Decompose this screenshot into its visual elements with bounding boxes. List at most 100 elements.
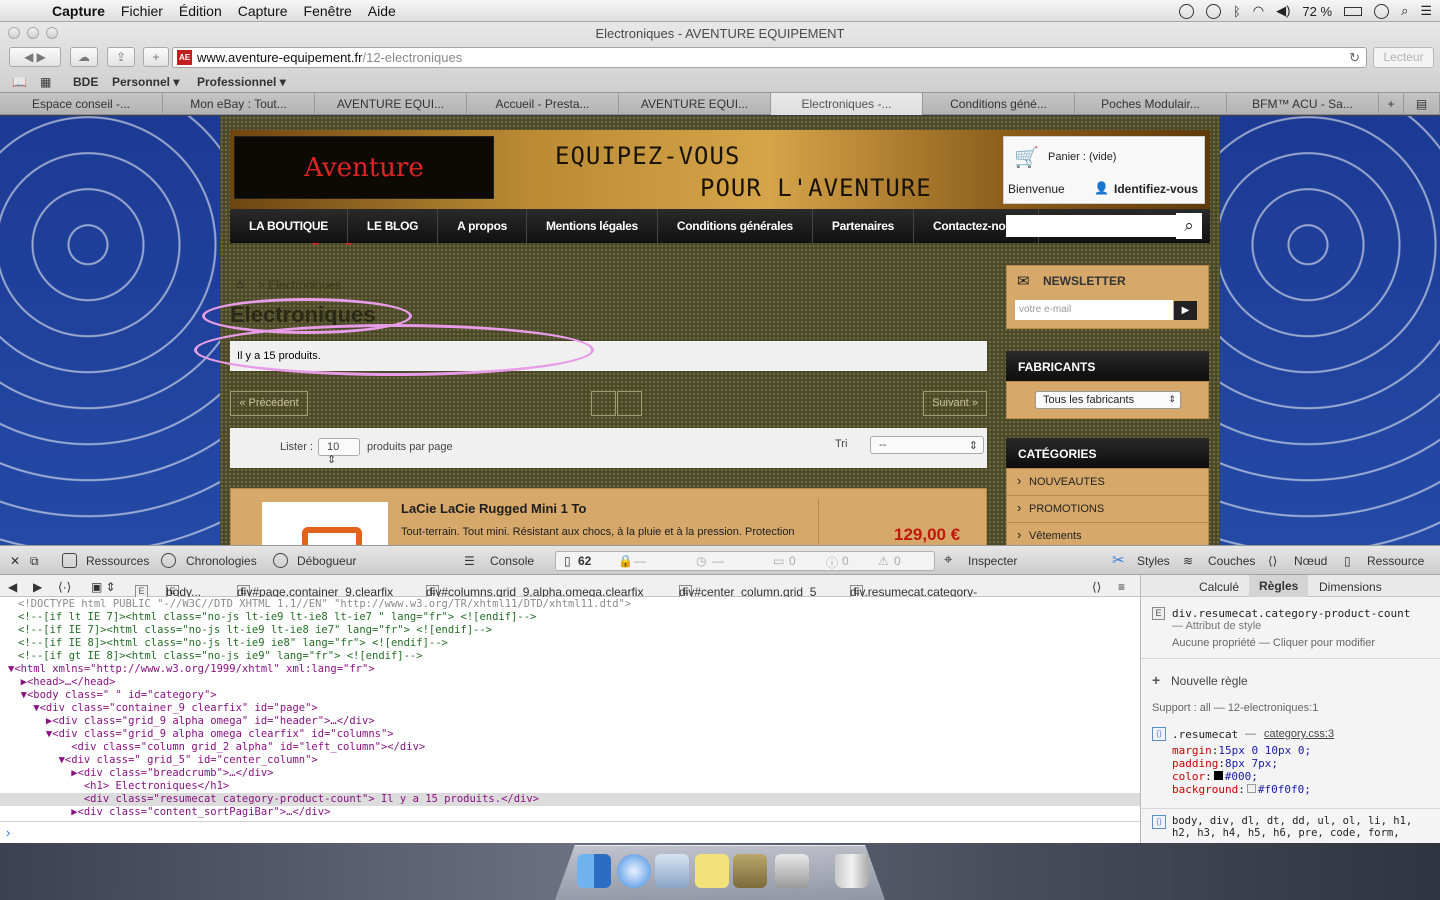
tab-node[interactable]: Nœud	[1294, 554, 1327, 568]
notification-center-icon[interactable]: ☰	[1420, 3, 1432, 19]
product-name[interactable]: LaCie LaCie Rugged Mini 1 To	[401, 501, 586, 516]
forward-icon[interactable]: ▶	[33, 580, 42, 594]
icloud-tabs-icon[interactable]: ☁	[70, 47, 98, 67]
plus-icon[interactable]: +	[1152, 672, 1160, 688]
color-swatch[interactable]	[1213, 771, 1223, 780]
next-rule-selector[interactable]: body, div, dl, dt, dd, ul, ol, li, h1, h…	[1172, 815, 1434, 839]
dock-devtools-icon[interactable]: ⧉	[30, 554, 39, 569]
top-sites-icon[interactable]: ▦	[40, 75, 51, 89]
address-bar[interactable]: AE www.aventure-equipement.fr/12-electro…	[172, 47, 1367, 68]
search-icon[interactable]: ⌕	[1176, 213, 1202, 239]
tab-active[interactable]: Electroniques -...	[771, 93, 923, 115]
dom-line[interactable]: <!DOCTYPE html PUBLIC "-//W3C//DTD XHTML…	[0, 598, 1140, 611]
product-card[interactable]: LaCie LaCie Rugged Mini 1 To Tout-terrai…	[230, 488, 987, 545]
sort-select[interactable]: -- ⇕	[870, 436, 984, 454]
console-prompt[interactable]: ›	[0, 821, 1140, 843]
finder-icon[interactable]	[577, 854, 611, 888]
per-page-select[interactable]: 10 ⇕	[318, 438, 360, 466]
menu-aide[interactable]: Aide	[360, 3, 404, 19]
tab-9[interactable]: BFM™ ACU - Sa...	[1227, 93, 1379, 115]
newsletter-submit-icon[interactable]: ▶	[1174, 301, 1197, 320]
dom-line[interactable]: ▶<div class="grid_9 alpha omega" id="hea…	[0, 715, 1140, 728]
tab-debugger[interactable]: Débogueur	[297, 554, 356, 568]
category-promotions[interactable]: PROMOTIONS	[1007, 495, 1208, 523]
close-devtools-icon[interactable]: ✕	[10, 554, 20, 568]
spotlight-icon[interactable]: ⌕	[1401, 3, 1408, 19]
page-1-button[interactable]: 1	[591, 391, 616, 416]
dom-line[interactable]: <div class="column grid_2 alpha" id="lef…	[0, 741, 1140, 754]
site-logo[interactable]: Aventure Equipement	[234, 136, 494, 246]
nav-apropos[interactable]: A propos	[438, 209, 527, 243]
dom-line[interactable]: ▼<div class="grid_9 alpha omega clearfix…	[0, 728, 1140, 741]
dom-line[interactable]: <!--[if IE 8]><html class="no-js lt-ie9 …	[0, 637, 1140, 650]
app-icon[interactable]	[733, 854, 767, 888]
battery-text[interactable]: 72 %	[1302, 4, 1332, 19]
menu-fenetre[interactable]: Fenêtre	[296, 3, 360, 19]
dom-line[interactable]: <!--[if IE 7]><html class="no-js lt-ie9 …	[0, 624, 1140, 637]
clock-icon[interactable]	[1374, 3, 1390, 19]
rule-selector[interactable]: .resumecat	[1172, 728, 1238, 741]
prev-page-button[interactable]: « Précédent	[230, 391, 308, 416]
nav-partenaires[interactable]: Partenaires	[813, 209, 914, 243]
dom-line[interactable]: ▶<head>…</head>	[0, 676, 1140, 689]
wifi-icon[interactable]: ◠	[1253, 3, 1264, 19]
dom-line[interactable]: ▼<body class=" " id="category">	[0, 689, 1140, 702]
bookmark-personnel[interactable]: Personnel ▾	[112, 75, 179, 89]
tab-4[interactable]: Accueil - Presta...	[467, 93, 619, 115]
rule-body[interactable]: margin:15px 0 10px 0; padding:8px 7px; c…	[1172, 744, 1311, 796]
next-page-button[interactable]: Suivant »	[923, 391, 987, 416]
tab-1[interactable]: Espace conseil -...	[0, 93, 163, 115]
time-machine-icon[interactable]	[1205, 3, 1221, 19]
new-tab-button[interactable]: +	[143, 47, 169, 67]
reading-list-icon[interactable]: 📖	[12, 75, 27, 89]
bookmark-bde[interactable]: BDE	[73, 75, 98, 89]
newsletter-email-input[interactable]: votre e-mail	[1015, 300, 1173, 320]
back-forward-buttons[interactable]: ◀ ▶	[9, 47, 61, 67]
dom-line-selected[interactable]: <div class="resumecat category-product-c…	[0, 793, 1140, 806]
safari-icon[interactable]	[617, 854, 651, 888]
menu-capture[interactable]: Capture	[230, 3, 296, 19]
cart-box[interactable]: 🛒 Panier : (vide) Bienvenue 👤 Identifiez…	[1003, 136, 1205, 204]
dom-line[interactable]: ▼<html xmlns="http://www.w3.org/1999/xht…	[0, 663, 1140, 676]
dom-line[interactable]: <!--[if gt IE 8]><html class="no-js ie9"…	[0, 650, 1140, 663]
tab-8[interactable]: Poches Modulair...	[1075, 93, 1227, 115]
category-nouveautes[interactable]: NOUVEAUTES	[1007, 468, 1208, 496]
site-search-input[interactable]	[1006, 215, 1176, 237]
tab-7[interactable]: Conditions géné...	[923, 93, 1075, 115]
nav-mentions[interactable]: Mentions légales	[527, 209, 658, 243]
dom-line[interactable]: ▼<div class="container_9 clearfix" id="p…	[0, 702, 1140, 715]
dom-line[interactable]: <h1> Electroniques</h1>	[0, 780, 1140, 793]
tab-styles[interactable]: Styles	[1137, 554, 1170, 568]
new-tab-icon[interactable]: +	[1379, 93, 1404, 115]
nav-blog[interactable]: LE BLOG	[348, 209, 439, 243]
menu-app[interactable]: Capture	[48, 3, 113, 19]
tab-layers[interactable]: Couches	[1208, 554, 1255, 568]
dom-line[interactable]: ▶<div class="content_sortPagiBar">…</div…	[0, 806, 1140, 819]
dom-line[interactable]: <!--[if lt IE 7]><html class="no-js lt-i…	[0, 611, 1140, 624]
tab-console[interactable]: Console	[490, 554, 534, 568]
bookmark-professionnel[interactable]: Professionnel ▾	[197, 75, 286, 89]
tab-2[interactable]: Mon eBay : Tout...	[163, 93, 315, 115]
tab-3[interactable]: AVENTURE EQUI...	[315, 93, 467, 115]
dom-icon[interactable]: ⟨·⟩	[58, 580, 71, 594]
login-link[interactable]: Identifiez-vous	[1114, 182, 1198, 196]
no-properties-text[interactable]: Aucune propriété — Cliquer pour modifier	[1172, 637, 1375, 649]
show-all-tabs-icon[interactable]: ▤	[1404, 93, 1440, 115]
product-image[interactable]	[262, 502, 388, 545]
cart-label[interactable]: Panier : (vide)	[1048, 151, 1116, 163]
tab-rules[interactable]: Règles	[1249, 575, 1309, 597]
wrap-icon[interactable]: ≡	[1118, 580, 1125, 594]
home-icon[interactable]: ⌂	[236, 276, 244, 291]
tab-dimensions[interactable]: Dimensions	[1319, 580, 1382, 594]
tab-resources[interactable]: Ressources	[86, 554, 149, 568]
bluetooth-icon[interactable]: ᛒ	[1233, 4, 1241, 19]
inspect-button[interactable]: Inspecter	[968, 554, 1017, 568]
dom-line[interactable]: ▶<div class="breadcrumb">…</div>	[0, 767, 1140, 780]
menu-edition[interactable]: Édition	[171, 3, 230, 19]
reload-icon[interactable]: ↻	[1349, 48, 1360, 67]
nav-conditions[interactable]: Conditions générales	[658, 209, 813, 243]
tab-resource[interactable]: Ressource	[1367, 554, 1424, 568]
tab-computed[interactable]: Calculé	[1199, 580, 1239, 594]
stickies-icon[interactable]	[695, 854, 729, 888]
category-vetements[interactable]: Vêtements	[1007, 522, 1208, 545]
